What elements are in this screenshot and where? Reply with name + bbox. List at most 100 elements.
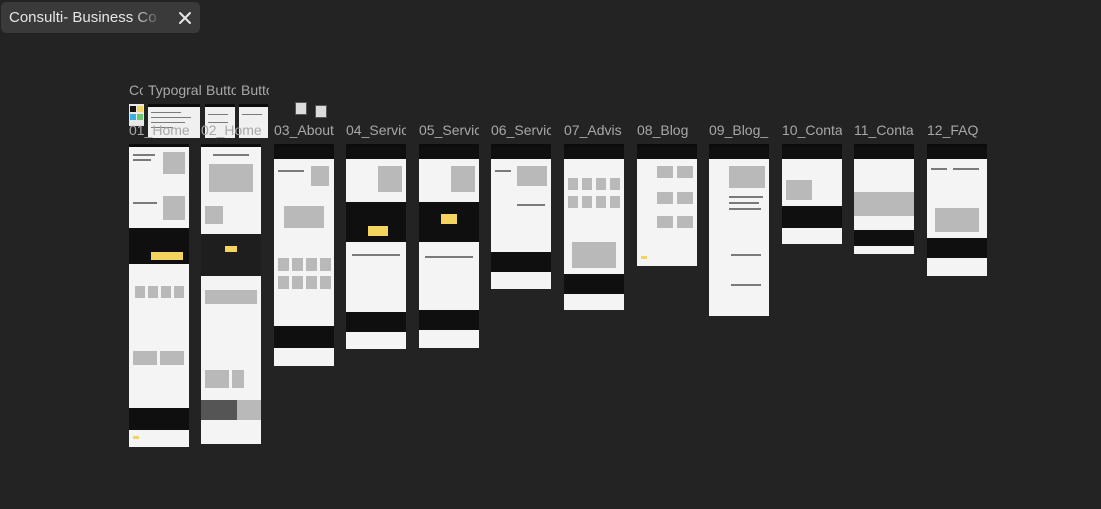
frame-header [148, 104, 200, 107]
frame-06-services[interactable] [491, 144, 551, 289]
frame-07-advisors[interactable] [564, 144, 624, 310]
text-line [729, 202, 759, 204]
frame-label-12-faq[interactable]: 12_FAQ [927, 122, 987, 138]
image-placeholder [568, 178, 578, 190]
frame-label-05-services[interactable]: 05_Servic [419, 122, 479, 138]
close-icon[interactable] [177, 10, 193, 26]
frame-header [201, 144, 261, 147]
map-placeholder [854, 192, 914, 216]
text-line [242, 114, 262, 115]
dark-section [491, 252, 551, 272]
page-label-typography[interactable]: Typogral [148, 82, 201, 98]
swatch [137, 106, 143, 112]
dark-section [782, 206, 842, 228]
frame-label-10-contact[interactable]: 10_Conta [782, 122, 842, 138]
frame-header [239, 104, 268, 107]
frame-11-contact[interactable] [854, 144, 914, 254]
frame-label-09-blog[interactable]: 09_Blog_ [709, 122, 769, 138]
swatch [130, 106, 136, 112]
frame-label-06-services[interactable]: 06_Servic [491, 122, 551, 138]
image-placeholder [160, 351, 184, 365]
image-placeholder [237, 400, 261, 420]
frame-label-02-home[interactable]: 02_Home [201, 122, 263, 138]
frame-label-03-about[interactable]: 03_About [274, 122, 336, 138]
image-placeholder [278, 258, 289, 271]
dark-section [854, 147, 914, 159]
page-label-buttons-1[interactable]: Butto [206, 82, 236, 98]
cta-highlight [151, 252, 183, 260]
frame-label-01-home[interactable]: 01_Home [129, 122, 189, 138]
image-placeholder [320, 258, 331, 271]
cta-highlight [368, 226, 388, 236]
dark-section [564, 147, 624, 159]
document-tab[interactable]: Consulti- Business Co [1, 2, 200, 33]
image-placeholder [677, 166, 693, 178]
image-placeholder [306, 276, 317, 289]
frame-label-07-advisors[interactable]: 07_Advis [564, 122, 624, 138]
frame-01-home[interactable] [129, 144, 189, 447]
image-placeholder [205, 290, 257, 304]
image-placeholder [278, 276, 289, 289]
image-placeholder [306, 258, 317, 271]
text-line [278, 170, 304, 172]
dark-section [346, 202, 406, 242]
image-placeholder [596, 178, 606, 190]
page-label-buttons-2[interactable]: Butto [241, 82, 269, 98]
frame-04-services[interactable] [346, 144, 406, 349]
frame-header [205, 104, 235, 107]
image-placeholder [133, 351, 157, 365]
text-line [133, 202, 157, 204]
image-placeholder [163, 196, 185, 220]
text-line [953, 168, 979, 170]
frame-12-faq[interactable] [927, 144, 987, 276]
image-placeholder [161, 286, 171, 298]
swatch [137, 114, 143, 120]
frame-05-services[interactable] [419, 144, 479, 348]
frame-03-about[interactable] [274, 144, 334, 366]
image-placeholder [582, 178, 592, 190]
image-placeholder [232, 370, 244, 388]
frame-label-04-services[interactable]: 04_Servic [346, 122, 406, 138]
dark-section [129, 408, 189, 430]
text-line [931, 168, 947, 170]
accent-mark [641, 256, 647, 259]
frame-label-08-blog[interactable]: 08_Blog [637, 122, 697, 138]
frame-header [129, 144, 189, 147]
image-placeholder [729, 166, 765, 188]
dark-section [854, 230, 914, 246]
cta-highlight [441, 214, 457, 224]
image-placeholder [572, 242, 616, 268]
text-line [133, 159, 151, 161]
image-placeholder [163, 152, 185, 174]
image-placeholder [677, 216, 693, 228]
image-placeholder [320, 276, 331, 289]
frame-08-blog[interactable] [637, 144, 697, 266]
page-label-colors[interactable]: Co [129, 82, 143, 98]
image-placeholder [174, 286, 184, 298]
frame-09-blog[interactable] [709, 144, 769, 316]
component-asset-icon[interactable] [315, 105, 327, 118]
image-placeholder [786, 180, 812, 200]
image-placeholder [677, 192, 693, 204]
image-placeholder [610, 196, 620, 208]
dark-section [419, 147, 479, 159]
dark-section [782, 147, 842, 159]
text-line [151, 117, 191, 118]
frame-10-contact[interactable] [782, 144, 842, 244]
text-line [352, 254, 400, 256]
frame-02-home[interactable] [201, 144, 261, 444]
swatch [130, 114, 136, 120]
image-placeholder [582, 196, 592, 208]
dark-section [709, 147, 769, 159]
text-line [133, 154, 155, 156]
dark-section [637, 147, 697, 159]
component-asset-icon[interactable] [295, 102, 307, 115]
text-line [495, 170, 511, 172]
image-placeholder [517, 166, 547, 186]
dark-section [346, 312, 406, 332]
text-line [151, 112, 181, 113]
frame-label-11-contact[interactable]: 11_Conta [854, 122, 914, 138]
image-placeholder [657, 192, 673, 204]
image-placeholder [135, 286, 145, 298]
image-placeholder [657, 216, 673, 228]
